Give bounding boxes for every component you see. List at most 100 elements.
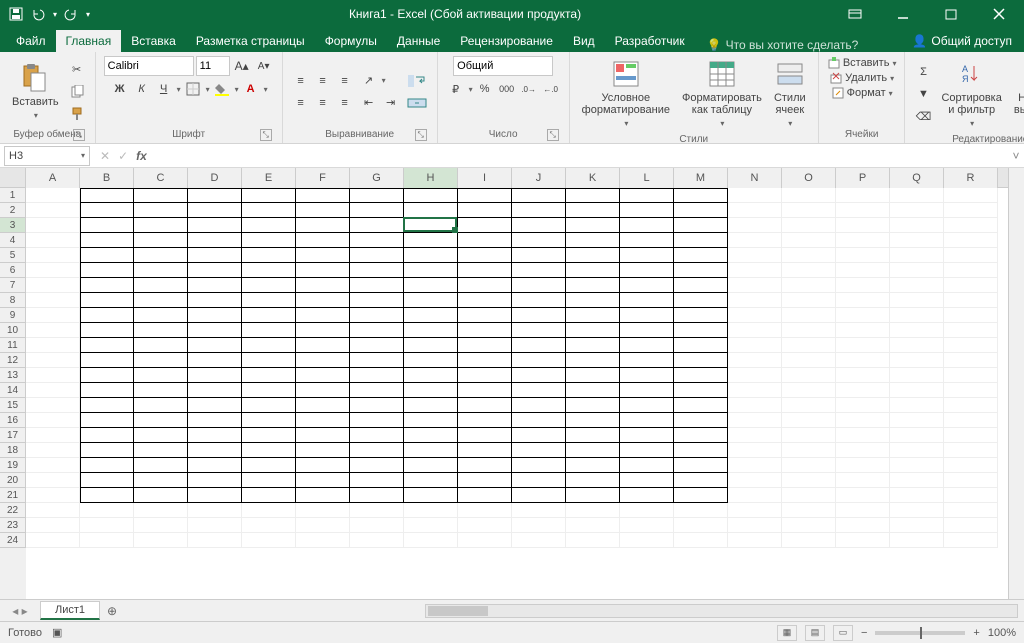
row-header[interactable]: 23 [0,518,26,533]
column-header[interactable]: P [836,168,890,188]
normal-view-icon[interactable]: ▦ [777,625,797,641]
format-painter-icon[interactable] [67,104,87,124]
sheet-tab[interactable]: Лист1 [40,601,100,620]
fx-icon[interactable]: fx [136,149,147,163]
underline-button[interactable]: Ч [154,79,174,99]
fontcolor-dropdown[interactable]: ▾ [264,85,268,94]
row-header[interactable]: 5 [0,248,26,263]
maximize-icon[interactable] [928,0,974,28]
row-header[interactable]: 7 [0,278,26,293]
row-header[interactable]: 24 [0,533,26,548]
row-header[interactable]: 22 [0,503,26,518]
tab-file[interactable]: Файл [6,30,56,52]
cancel-formula-icon[interactable]: ✕ [100,149,110,163]
row-header[interactable]: 6 [0,263,26,278]
row-header[interactable]: 9 [0,308,26,323]
row-header[interactable]: 16 [0,413,26,428]
tab-data[interactable]: Данные [387,30,450,52]
align-bottom-icon[interactable]: ≡ [335,71,355,91]
comma-format-icon[interactable]: 000 [497,79,517,99]
tab-review[interactable]: Рецензирование [450,30,563,52]
zoom-level[interactable]: 100% [988,627,1016,639]
column-header[interactable]: C [134,168,188,188]
decrease-indent-icon[interactable]: ⇤ [359,93,379,113]
bold-button[interactable]: Ж [110,79,130,99]
page-layout-view-icon[interactable]: ▤ [805,625,825,641]
tab-view[interactable]: Вид [563,30,605,52]
page-break-view-icon[interactable]: ▭ [833,625,853,641]
row-header[interactable]: 14 [0,383,26,398]
row-header[interactable]: 17 [0,428,26,443]
percent-format-icon[interactable]: % [475,79,495,99]
column-header[interactable]: B [80,168,134,188]
sort-filter-button[interactable]: AЯ Сортировка и фильтр▾ [937,56,1005,132]
align-middle-icon[interactable]: ≡ [313,71,333,91]
merge-icon[interactable] [405,93,429,113]
row-header[interactable]: 15 [0,398,26,413]
increase-decimal-icon[interactable]: .0→ [519,79,539,99]
tab-insert[interactable]: Вставка [121,30,186,52]
row-header[interactable]: 1 [0,188,26,203]
row-header[interactable]: 19 [0,458,26,473]
column-header[interactable]: H [404,168,458,188]
share-button[interactable]: 👤Общий доступ [900,30,1024,52]
redo-icon[interactable] [63,6,79,22]
increase-indent-icon[interactable]: ⇥ [381,93,401,113]
align-top-icon[interactable]: ≡ [291,71,311,91]
zoom-slider[interactable] [875,631,965,635]
orientation-icon[interactable]: ↗ [359,71,379,91]
undo-dropdown-icon[interactable]: ▾ [53,10,57,19]
qat-customize-icon[interactable]: ▾ [86,10,90,19]
column-header[interactable]: E [242,168,296,188]
row-header[interactable]: 11 [0,338,26,353]
column-header[interactable]: N [728,168,782,188]
row-header[interactable]: 4 [0,233,26,248]
number-dialog-launcher[interactable]: ⤡ [547,129,559,141]
align-left-icon[interactable]: ≡ [291,93,311,113]
row-header[interactable]: 13 [0,368,26,383]
align-right-icon[interactable]: ≡ [335,93,355,113]
insert-cells-button[interactable]: Вставить▾ [827,56,897,70]
column-header[interactable]: Q [890,168,944,188]
cut-icon[interactable]: ✂ [67,60,87,80]
column-header[interactable]: O [782,168,836,188]
row-header[interactable]: 3 [0,218,26,233]
tell-me[interactable]: 💡Что вы хотите сделать? [707,38,859,52]
macro-record-icon[interactable]: ▣ [52,626,62,639]
increase-font-icon[interactable]: A▴ [232,56,252,76]
underline-dropdown[interactable]: ▾ [177,85,181,94]
conditional-formatting-button[interactable]: Условное форматирование▾ [578,56,674,132]
fill-icon[interactable]: ▼ [913,84,933,104]
tab-home[interactable]: Главная [56,30,122,52]
decrease-font-icon[interactable]: A▾ [254,56,274,76]
name-box[interactable]: H3▾ [4,146,90,166]
select-all-corner[interactable] [0,168,26,188]
autosum-icon[interactable]: Σ [913,62,933,82]
fill-color-icon[interactable] [212,79,232,99]
zoom-out-icon[interactable]: − [861,627,867,639]
clear-icon[interactable]: ⌫ [913,106,933,126]
tab-developer[interactable]: Разработчик [605,30,695,52]
column-header[interactable]: R [944,168,998,188]
cell-styles-button[interactable]: Стили ячеек▾ [770,56,810,132]
column-header[interactable]: M [674,168,728,188]
horizontal-scrollbar[interactable] [425,604,1018,618]
column-header[interactable]: I [458,168,512,188]
font-color-icon[interactable]: A [241,79,261,99]
tab-page-layout[interactable]: Разметка страницы [186,30,315,52]
accounting-format-icon[interactable]: ₽ [446,79,466,99]
fill-dropdown[interactable]: ▾ [235,85,239,94]
row-header[interactable]: 10 [0,323,26,338]
font-name-combo[interactable] [104,56,194,76]
column-header[interactable]: D [188,168,242,188]
new-sheet-button[interactable]: ⊕ [100,604,124,618]
undo-icon[interactable] [30,6,46,22]
wrap-text-icon[interactable] [405,71,429,91]
paste-button[interactable]: Вставить▾ [8,60,63,124]
row-header[interactable]: 2 [0,203,26,218]
sheet-nav[interactable]: ◂ ▸ [0,604,40,618]
expand-formula-bar-icon[interactable]: ˅ [1008,149,1024,163]
vertical-scrollbar[interactable] [1008,168,1024,599]
format-as-table-button[interactable]: Форматировать как таблицу▾ [678,56,766,132]
font-dialog-launcher[interactable]: ⤡ [260,129,272,141]
